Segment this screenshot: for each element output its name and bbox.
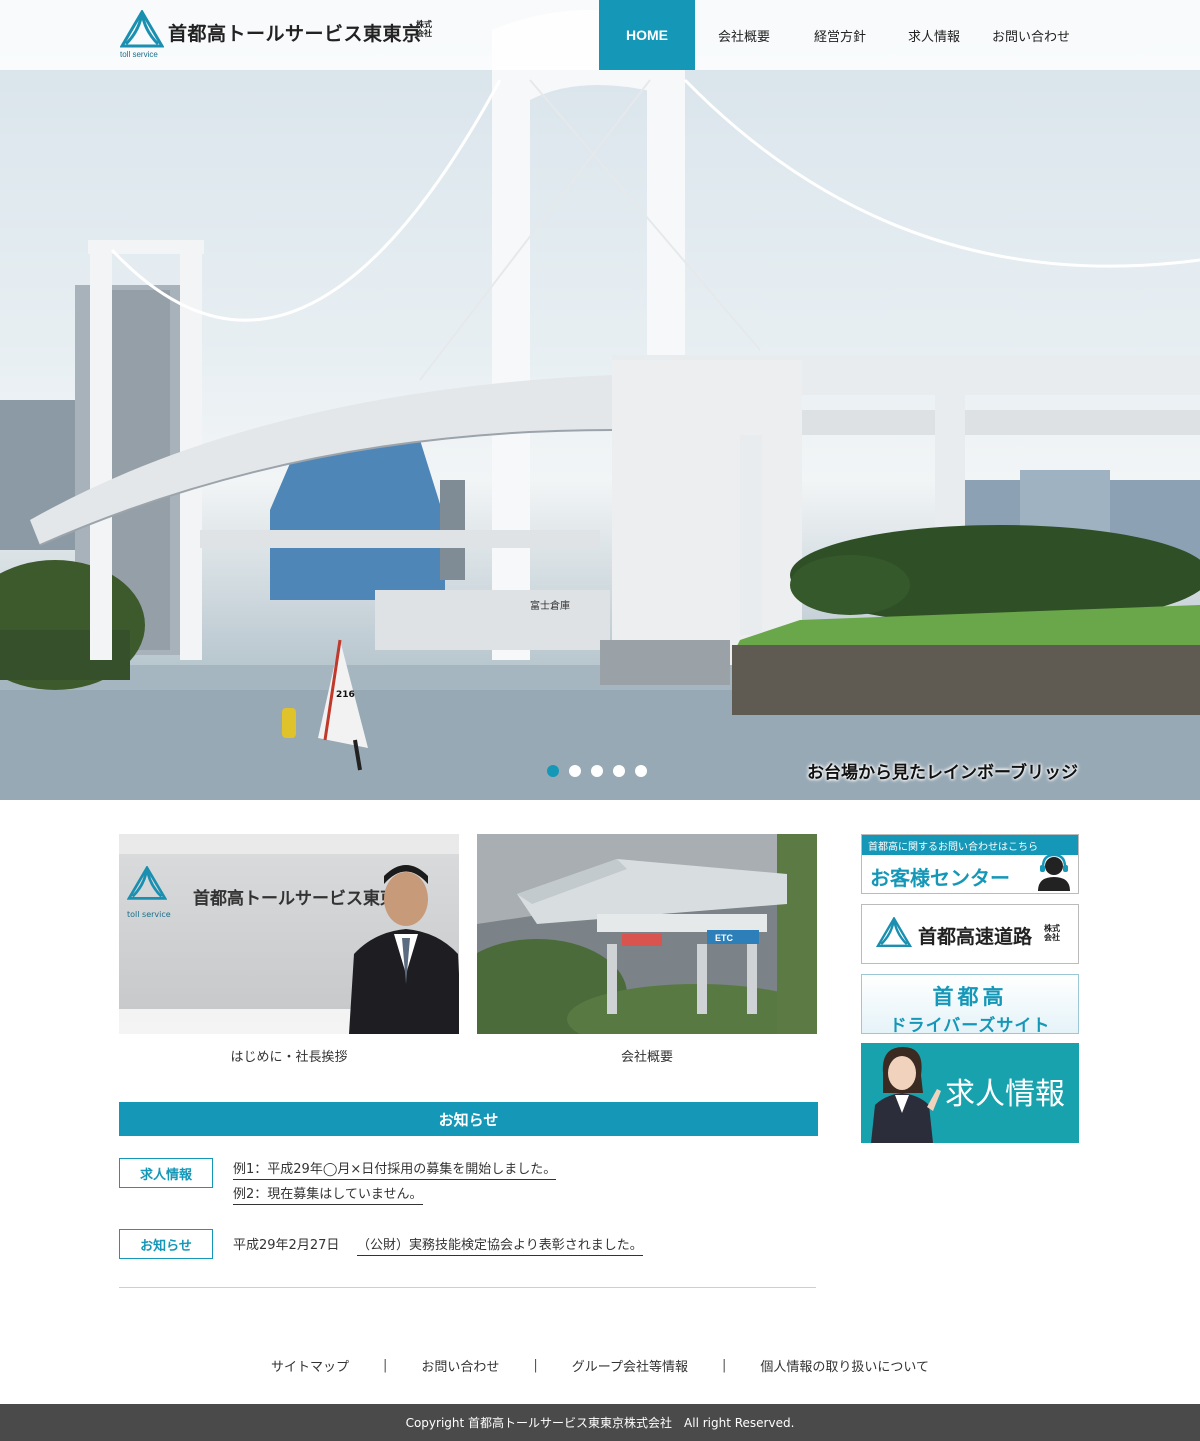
news-section: お知らせ 求人情報 例1：平成29年◯月×日付採用の募集を開始しました。 例2：… <box>119 1102 818 1288</box>
tollgate-image: ETC <box>477 834 817 1034</box>
main-nav: HOME 会社概要 経営方針 求人情報 お問い合わせ <box>599 0 1081 70</box>
greeting-photo: 首都高トールサービス東東京 toll service <box>119 834 459 1034</box>
drivers-line1: 首都高 <box>932 985 1008 1009</box>
shutoko-logo-icon <box>876 917 912 947</box>
site-logo[interactable]: 首都高トールサービス東東京 株式会社 toll service <box>120 10 450 62</box>
banner-drivers-site[interactable]: 首都高 ドライバーズサイト <box>861 974 1079 1034</box>
shutoko-kabushiki: 株式会社 <box>1044 924 1060 942</box>
news-heading: お知らせ <box>119 1102 818 1136</box>
customer-center-caption: 首都高に関するお問い合わせはこちら <box>862 835 1078 855</box>
footer-link-sitemap[interactable]: サイトマップ <box>271 1356 349 1375</box>
recruit-text: 求人情報 <box>945 1077 1065 1112</box>
news-badge-recruit: 求人情報 <box>119 1158 213 1188</box>
banner-customer-center[interactable]: 首都高に関するお問い合わせはこちら お客様センター <box>861 834 1079 894</box>
slider-dot-2[interactable] <box>569 765 581 777</box>
footer-separator: | <box>382 1358 388 1373</box>
card-company[interactable]: ETC 会社概要 <box>477 834 817 1065</box>
shutoko-text: 首都高速道路 <box>918 926 1033 948</box>
hero-slider: 富士倉庫 216 お台場から見たレインボーブリッジ <box>0 0 1200 800</box>
site-header: 首都高トールサービス東東京 株式会社 toll service HOME 会社概… <box>0 0 1200 70</box>
recruit-woman-illustration <box>871 1047 941 1143</box>
nav-policy[interactable]: 経営方針 <box>793 0 887 70</box>
footer-separator: | <box>722 1358 727 1373</box>
footer-links: サイトマップ | お問い合わせ | グループ会社等情報 | 個人情報の取り扱いに… <box>0 1356 1200 1375</box>
operator-headset-icon <box>1038 853 1070 891</box>
slider-dot-5[interactable] <box>635 765 647 777</box>
sign-logo-icon <box>127 866 167 900</box>
slider-dots <box>547 765 647 777</box>
footer-separator: | <box>533 1358 538 1373</box>
customer-center-title: お客様センター <box>870 866 1010 890</box>
nav-company[interactable]: 会社概要 <box>695 0 793 70</box>
slider-dot-3[interactable] <box>591 765 603 777</box>
footer-link-privacy[interactable]: 個人情報の取り扱いについて <box>760 1356 929 1375</box>
news-link[interactable]: 例1：平成29年◯月×日付採用の募集を開始しました。 <box>233 1158 557 1180</box>
logo-mark-icon <box>120 10 164 48</box>
news-link[interactable]: 例2：現在募集はしていません。 <box>233 1183 423 1205</box>
svg-text:ETC: ETC <box>715 933 734 943</box>
slider-dot-4[interactable] <box>613 765 625 777</box>
svg-text:富士倉庫: 富士倉庫 <box>530 599 570 612</box>
news-divider <box>119 1287 816 1288</box>
drivers-line2: ドライバーズサイト <box>889 1016 1051 1034</box>
news-link[interactable]: （公財）実務技能検定協会より表彰されました。 <box>357 1234 643 1256</box>
card-greeting[interactable]: 首都高トールサービス東東京 toll service はじめに・社長挨拶 <box>119 834 459 1065</box>
card-greeting-label[interactable]: はじめに・社長挨拶 <box>119 1046 459 1065</box>
logo-text: 首都高トールサービス東東京 <box>168 23 422 45</box>
news-badge-notice: お知らせ <box>119 1229 213 1259</box>
copyright: Copyright 首都高トールサービス東東京株式会社 All right Re… <box>0 1404 1200 1441</box>
nav-contact[interactable]: お問い合わせ <box>981 0 1081 70</box>
hero-image: 富士倉庫 216 <box>0 10 1200 800</box>
logo-kabushiki: 株式会社 <box>416 20 432 38</box>
nav-home[interactable]: HOME <box>599 0 695 70</box>
tollgate-photo: ETC <box>477 834 817 1034</box>
nav-recruit[interactable]: 求人情報 <box>887 0 981 70</box>
svg-text:216: 216 <box>336 690 355 700</box>
footer-link-contact[interactable]: お問い合わせ <box>421 1356 499 1375</box>
sign-subtext: toll service <box>127 910 171 919</box>
card-company-label[interactable]: 会社概要 <box>477 1046 817 1065</box>
banner-shutoko[interactable]: 首都高速道路 株式会社 <box>861 904 1079 964</box>
news-date: 平成29年2月27日 <box>233 1238 340 1253</box>
banner-recruit[interactable]: 求人情報 <box>861 1043 1079 1143</box>
hero-caption: お台場から見たレインボーブリッジ <box>807 763 1078 783</box>
footer-link-group[interactable]: グループ会社等情報 <box>572 1356 688 1375</box>
slider-dot-1[interactable] <box>547 765 559 777</box>
president-figure <box>349 865 459 1034</box>
logo-subtext: toll service <box>120 50 158 59</box>
